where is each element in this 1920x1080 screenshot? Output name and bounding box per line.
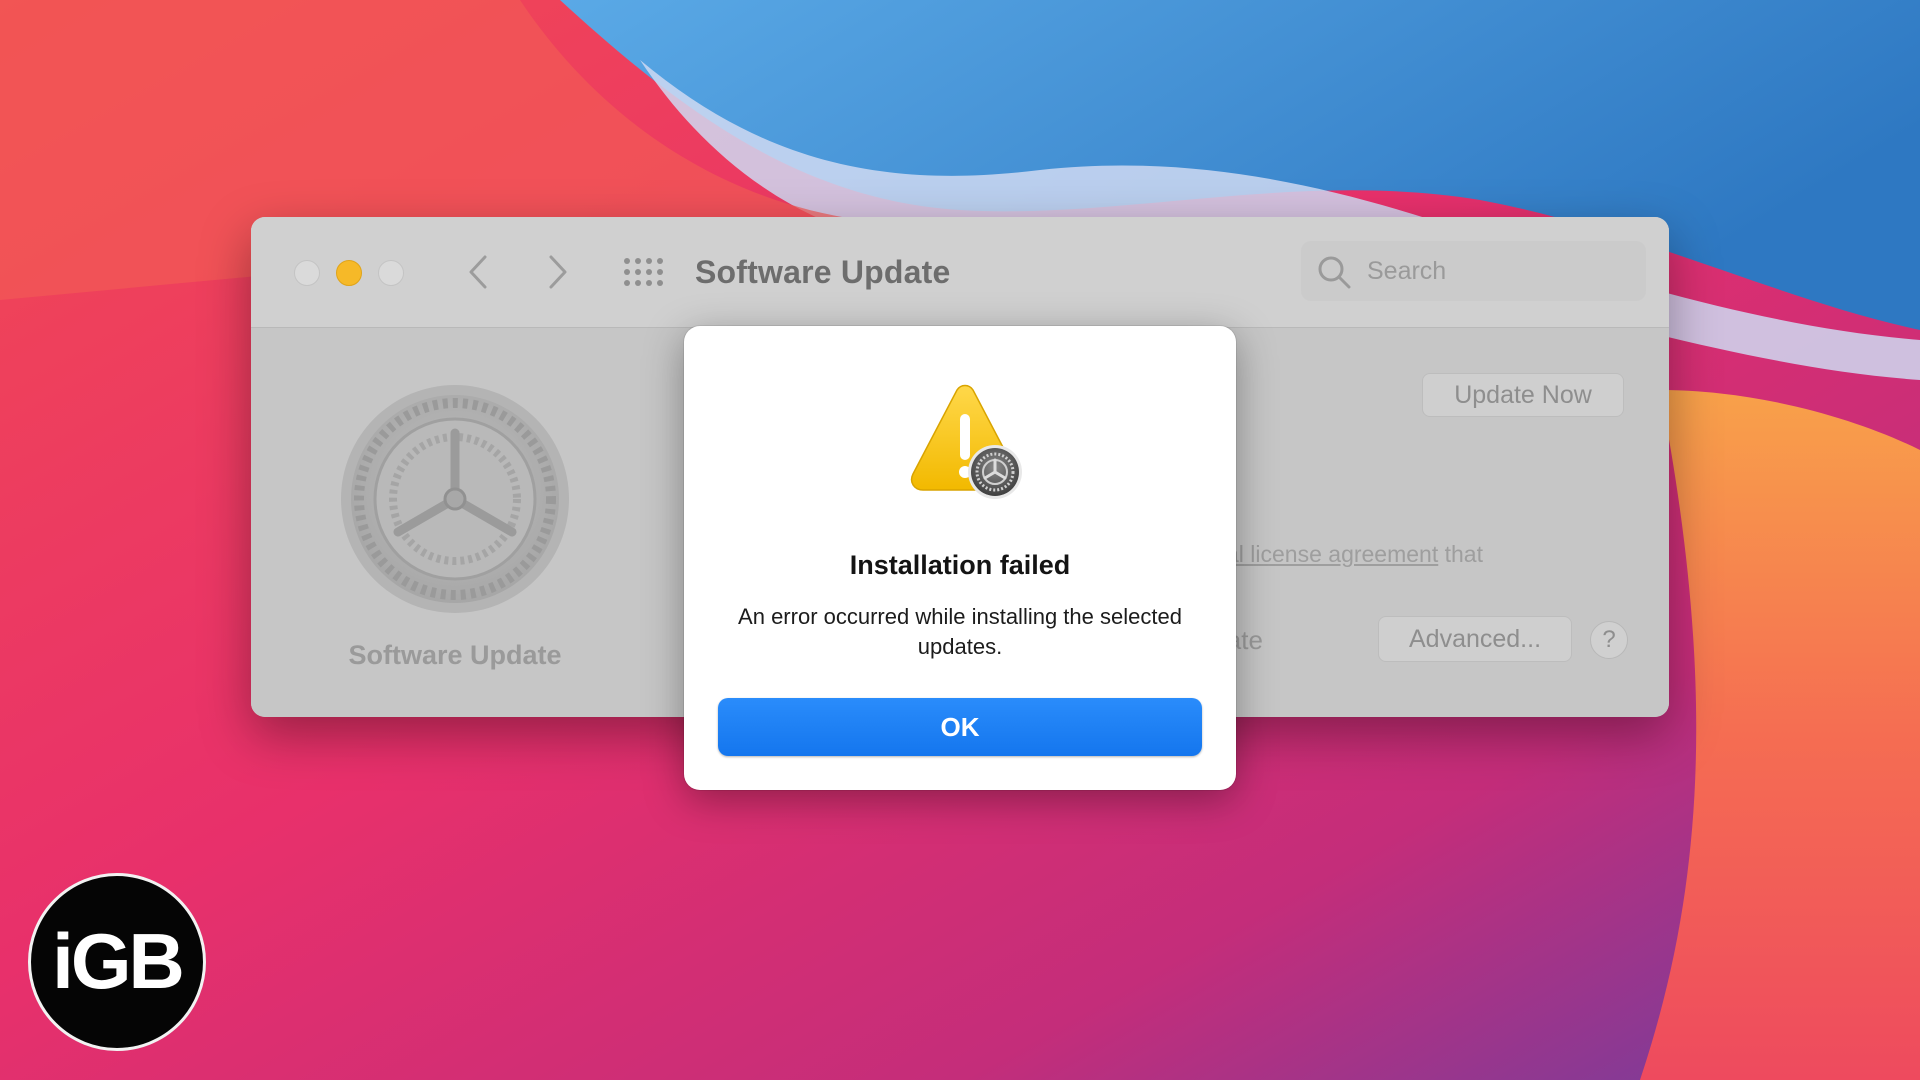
- igb-logo: iGB: [28, 873, 206, 1051]
- close-window-button[interactable]: [294, 260, 320, 286]
- window-title: Software Update: [695, 254, 951, 290]
- warning-icon: [910, 384, 1022, 499]
- license-agreement-link[interactable]: al license agreement: [1226, 541, 1438, 567]
- search-placeholder: Search: [1367, 257, 1447, 285]
- minimize-window-button[interactable]: [336, 260, 362, 286]
- advanced-button[interactable]: Advanced...: [1378, 616, 1572, 662]
- alert-title: Installation failed: [849, 550, 1071, 580]
- show-all-grid-icon[interactable]: [623, 257, 663, 287]
- software-update-gear-icon: [341, 385, 569, 613]
- license-text: al license agreement that: [1226, 541, 1483, 568]
- sidebar-app-label: Software Update: [348, 640, 562, 670]
- alert-message: An error occurred while installing the s…: [738, 604, 1182, 659]
- installation-failed-alert: Installation failed An error occurred wh…: [684, 326, 1236, 790]
- license-trailing-text: that: [1438, 541, 1483, 567]
- ok-button[interactable]: OK: [718, 698, 1202, 756]
- back-chevron-icon[interactable]: [459, 251, 499, 293]
- search-icon: [1318, 256, 1351, 289]
- update-now-button[interactable]: Update Now: [1422, 373, 1624, 417]
- zoom-window-button[interactable]: [378, 260, 404, 286]
- help-button[interactable]: ?: [1590, 621, 1628, 659]
- search-field[interactable]: Search: [1301, 241, 1646, 301]
- forward-chevron-icon[interactable]: [537, 251, 577, 293]
- window-titlebar: Software Update Search: [251, 217, 1669, 328]
